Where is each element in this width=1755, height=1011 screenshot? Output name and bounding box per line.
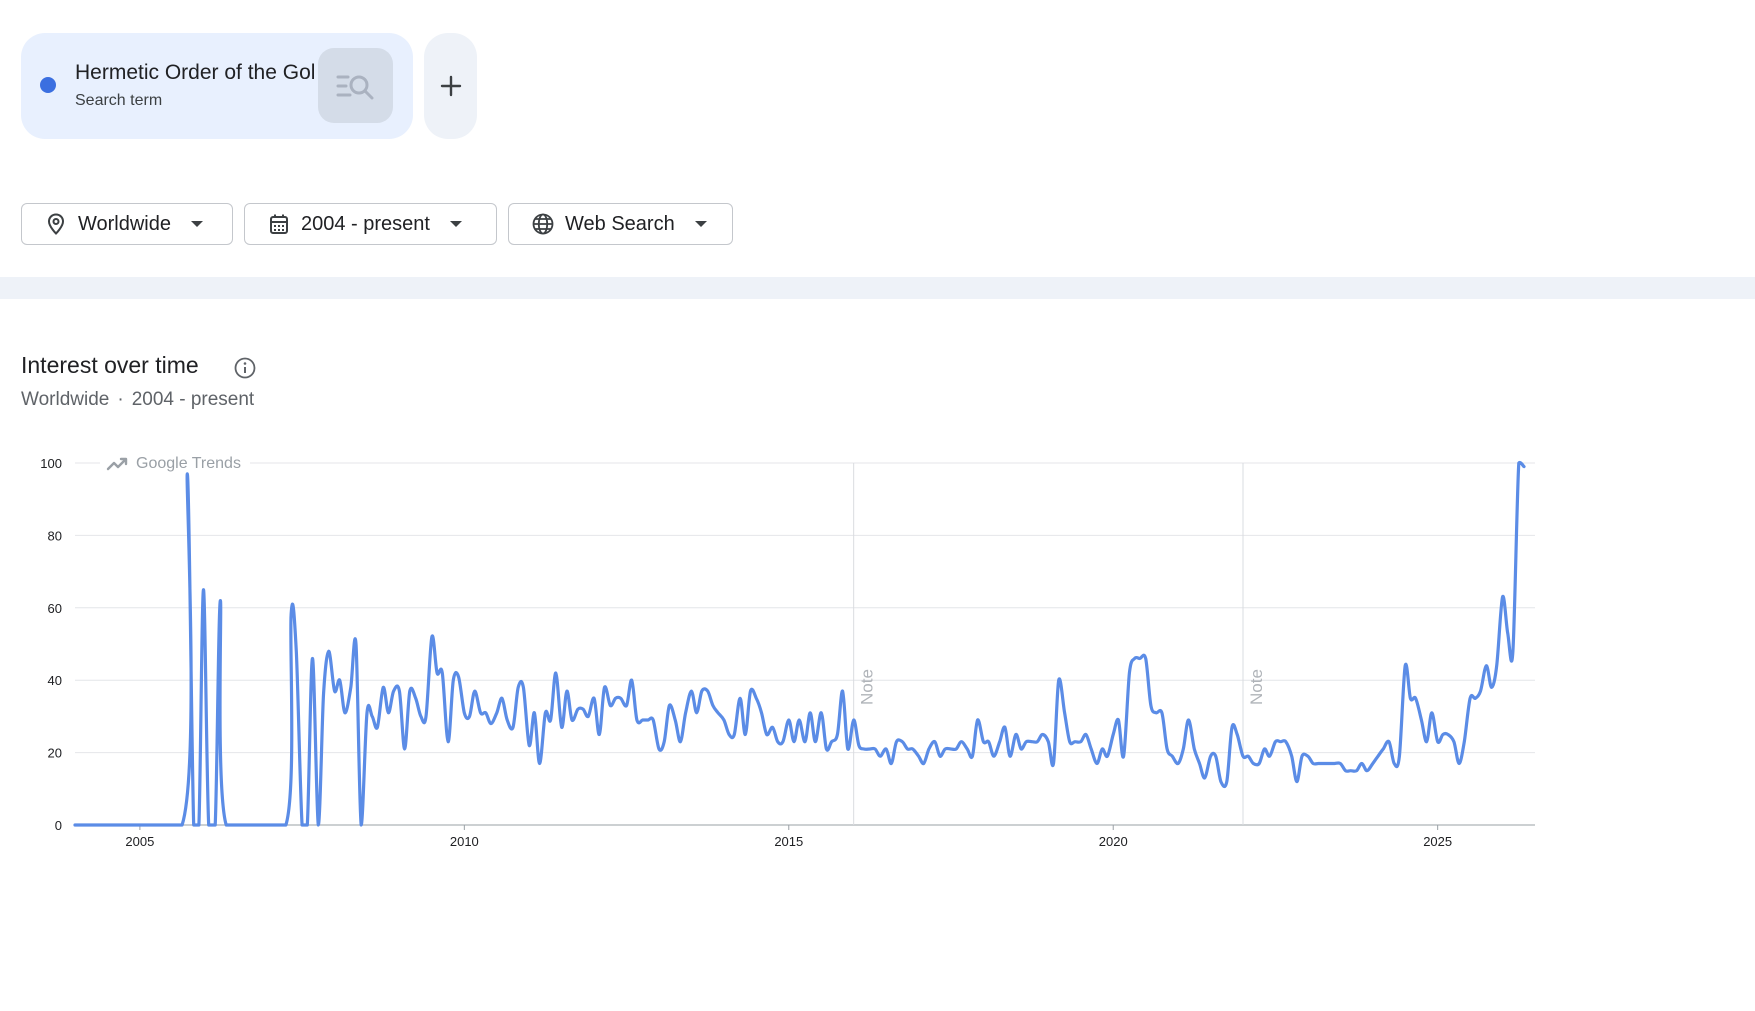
y-tick-label: 0 bbox=[55, 818, 62, 833]
calendar-icon bbox=[267, 212, 291, 236]
search-term-type: Search term bbox=[75, 92, 163, 109]
watermark-text: Google Trends bbox=[136, 455, 241, 472]
y-tick-label: 40 bbox=[48, 673, 62, 688]
x-tick-label: 2010 bbox=[450, 834, 479, 849]
location-pin-icon bbox=[44, 212, 68, 236]
time-range-filter[interactable]: 2004 - present bbox=[244, 203, 497, 245]
chevron-down-icon bbox=[449, 221, 462, 227]
chevron-down-icon bbox=[191, 221, 203, 227]
section-title: Interest over time bbox=[21, 352, 199, 378]
y-tick-label: 20 bbox=[48, 746, 62, 761]
interest-over-time-chart: 0 20 40 60 80 100 2005 2010 2015 2020 2025 Note Note… bbox=[40, 451, 1535, 849]
info-icon[interactable] bbox=[234, 357, 256, 379]
location-filter-label: Worldwide bbox=[78, 212, 171, 235]
location-filter[interactable]: Worldwide bbox=[21, 203, 233, 245]
search-property-filter[interactable]: Web Search bbox=[508, 203, 733, 245]
plus-icon bbox=[440, 75, 461, 97]
note-label: Note bbox=[858, 669, 877, 705]
series-line bbox=[73, 460, 1526, 827]
y-tick-label: 60 bbox=[48, 601, 62, 616]
x-tick-label: 2025 bbox=[1423, 834, 1452, 849]
y-tick-label: 100 bbox=[40, 456, 62, 471]
series-color-dot bbox=[40, 77, 56, 93]
note-label: Note bbox=[1247, 669, 1266, 705]
section-divider bbox=[0, 277, 1755, 299]
search-refine-button[interactable] bbox=[318, 48, 393, 123]
subtitle-separator: · bbox=[117, 389, 124, 410]
x-tick-label: 2020 bbox=[1099, 834, 1128, 849]
y-tick-label: 80 bbox=[48, 528, 62, 543]
subtitle-location: Worldwide bbox=[21, 389, 110, 410]
add-comparison-button[interactable] bbox=[424, 33, 477, 139]
chevron-down-icon bbox=[694, 221, 707, 227]
search-refine-icon bbox=[336, 75, 373, 99]
x-tick-label: 2015 bbox=[774, 834, 803, 849]
x-tick-label: 2005 bbox=[125, 834, 154, 849]
search-term-name[interactable]: Hermetic Order of the Golden Dawn bbox=[75, 61, 315, 85]
search-property-filter-label: Web Search bbox=[565, 212, 675, 235]
section-subtitle: Worldwide · 2004 - present bbox=[21, 389, 254, 411]
globe-icon bbox=[531, 212, 555, 236]
time-range-filter-label: 2004 - present bbox=[301, 212, 430, 235]
subtitle-time: 2004 - present bbox=[131, 389, 255, 410]
